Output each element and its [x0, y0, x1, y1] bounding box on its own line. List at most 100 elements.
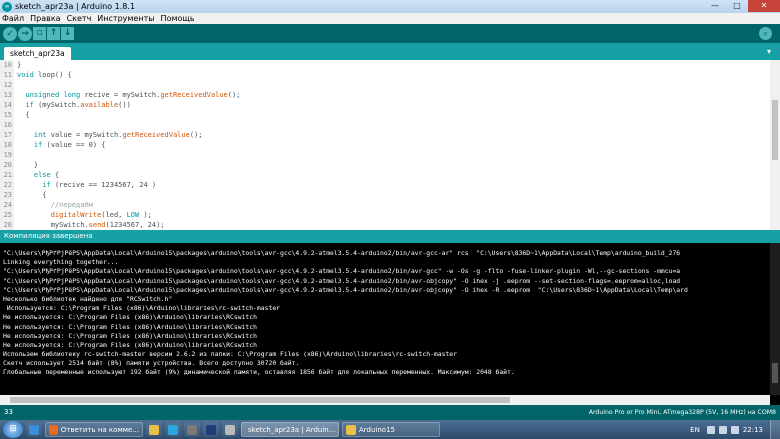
code-line: 14 if (mySwitch.available()): [0, 100, 768, 110]
line-number: 14: [3, 101, 12, 109]
console-line: Не используется: C:\Program Files (x86)\…: [3, 340, 257, 349]
console-output[interactable]: "C:\Users\РђРґРјРёРЅ\AppData\Local\Ardui…: [0, 243, 780, 405]
taskbar-button[interactable]: sketch_apr23a | Arduin...: [241, 422, 339, 437]
chevron-down-icon[interactable]: ▾: [764, 47, 774, 56]
skype-icon: [168, 424, 178, 435]
taskbar-button-label: sketch_apr23a | Arduin...: [248, 425, 336, 434]
serial-monitor-button[interactable]: ⌕: [759, 27, 772, 40]
code-text: unsigned long recive = mySwitch.getRecei…: [14, 91, 240, 99]
board-info: Arduino Pro or Pro Mini, ATmega328P (5V,…: [588, 409, 776, 416]
firefox-icon: [49, 424, 58, 435]
editor-scroll-thumb[interactable]: [772, 100, 778, 160]
upload-button[interactable]: →: [18, 26, 32, 41]
open-button[interactable]: ↑: [47, 27, 60, 40]
code-text: {: [14, 111, 30, 119]
code-text: if (mySwitch.available()): [14, 101, 131, 109]
code-line: 12: [0, 80, 768, 90]
line-number: 26: [3, 221, 12, 229]
taskbar: ⊞ Ответить на комме... sketch_apr23a | Ar…: [0, 420, 780, 439]
line-number: 20: [3, 161, 12, 169]
arrow-up-icon: ↑: [49, 28, 58, 38]
code-line: 15 {: [0, 110, 768, 120]
editor-scrollbar[interactable]: [770, 60, 780, 230]
console-line: Глобальные переменные используют 192 бай…: [3, 368, 515, 377]
code-text: mySwitch.send(1234567, 24);: [14, 221, 165, 229]
code-token: getReceivedValue: [160, 91, 228, 99]
taskbar-tasks: Ответить на комме... sketch_apr23a | Ardu…: [23, 422, 440, 437]
code-line: 18 if (value == 0) {: [0, 140, 768, 150]
code-editor[interactable]: 10} 11 void loop() {12 13 unsigned long rec…: [0, 60, 780, 230]
minimize-icon[interactable]: —: [704, 0, 726, 12]
code-token: ()): [118, 101, 131, 109]
code-line: 21 else {: [0, 170, 768, 180]
menu-file[interactable]: Файл: [2, 14, 24, 23]
player-icon: [187, 424, 197, 435]
console-line: Не используется: C:\Program Files (x86)\…: [3, 331, 257, 340]
console-line: Не используется: C:\Program Files (x86)\…: [3, 322, 257, 331]
taskbar-button[interactable]: [146, 422, 162, 437]
language-indicator[interactable]: EN: [690, 426, 700, 434]
code-text: if (recive == 1234567, 24 ): [14, 181, 156, 189]
console-vscroll-thumb[interactable]: [772, 363, 778, 383]
code-text: void loop() {: [14, 71, 72, 79]
taskbar-button[interactable]: [203, 422, 219, 437]
console-lines: "C:\Users\РђРґРјРёРЅ\AppData\Local\Ardui…: [3, 249, 769, 378]
menu-sketch[interactable]: Скетч: [67, 14, 92, 23]
code-token: }: [17, 61, 22, 69]
windows-start-icon[interactable]: ⊞: [3, 421, 23, 438]
taskbar-button[interactable]: Arduino15: [342, 422, 440, 437]
verify-button[interactable]: ✓: [3, 26, 17, 41]
console-line: Использем библиотеку rc-switch-master ве…: [3, 350, 458, 359]
menu-edit[interactable]: Правка: [30, 14, 60, 23]
code-token: digitalWrite: [50, 211, 102, 219]
code-text: {: [14, 191, 46, 199]
line-number: 22: [3, 181, 12, 189]
menu-help[interactable]: Помощь: [161, 14, 195, 23]
code-token: {: [17, 111, 30, 119]
volume-icon[interactable]: [718, 425, 727, 434]
new-button[interactable]: ▫: [33, 27, 46, 40]
save-button[interactable]: ↓: [61, 27, 74, 40]
taskbar-button[interactable]: [184, 422, 200, 437]
clock[interactable]: 22:13: [743, 426, 763, 434]
taskbar-button[interactable]: [26, 422, 42, 437]
code-text: }: [14, 61, 21, 69]
code-token: getReceivedValue: [122, 131, 190, 139]
taskbar-button[interactable]: Ответить на комме...: [45, 422, 143, 437]
console-line: Не используется: C:\Program Files (x86)\…: [3, 313, 257, 322]
code-line: 11 void loop() {: [0, 70, 768, 80]
taskbar-button-label: Ответить на комме...: [60, 425, 139, 434]
taskbar-button-label: Arduino15: [359, 425, 395, 434]
arduino-icon: ∞: [2, 1, 12, 12]
line-number: 16: [3, 121, 12, 129]
console-hscrollbar[interactable]: [0, 395, 770, 405]
menu-tools[interactable]: Инструменты: [97, 14, 154, 23]
tab-sketch[interactable]: sketch_apr23a: [4, 47, 71, 60]
console-hscroll-thumb[interactable]: [10, 397, 510, 403]
folder-icon: [346, 424, 356, 435]
show-desktop-button[interactable]: [770, 420, 780, 439]
code-token: (recive == 1234567, 24 ): [50, 181, 157, 189]
close-icon[interactable]: ✕: [748, 0, 780, 12]
tab-strip: sketch_apr23a ▾: [0, 43, 780, 60]
maximize-icon[interactable]: □: [726, 0, 748, 12]
window-title: sketch_apr23a | Arduino 1.8.1: [15, 2, 136, 11]
taskbar-button[interactable]: [222, 422, 238, 437]
flag-icon[interactable]: [730, 425, 739, 434]
console-line: "C:\Users\РђРґРјРёРЅ\AppData\Local\Ardui…: [3, 285, 688, 294]
taskbar-button[interactable]: [165, 422, 181, 437]
paint-icon: [225, 424, 235, 435]
code-token: mySwitch.: [17, 221, 89, 229]
code-token: }: [17, 161, 39, 169]
console-line: "C:\Users\РђРґРјРёРЅ\AppData\Local\Ardui…: [3, 267, 681, 276]
code-line: 20 }: [0, 160, 768, 170]
code-token: void: [17, 71, 34, 79]
console-vscrollbar[interactable]: [770, 243, 780, 395]
code-token: send: [88, 221, 106, 229]
folder-icon: [149, 424, 159, 435]
network-icon[interactable]: [706, 425, 715, 434]
code-token: (1234567, 24);: [105, 221, 165, 229]
code-token: unsigned long: [25, 91, 81, 99]
